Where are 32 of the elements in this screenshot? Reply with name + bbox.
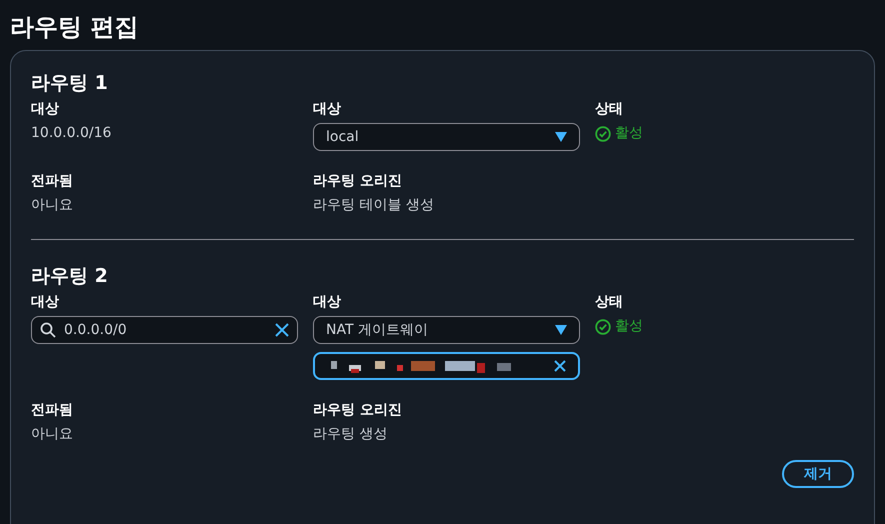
- field-value: 라우팅 생성: [313, 425, 388, 444]
- target-select[interactable]: NAT 게이트웨이: [313, 316, 580, 344]
- field-label: 전파됨: [31, 172, 74, 191]
- search-field[interactable]: 0.0.0.0/0: [31, 316, 298, 344]
- route-title: 라우팅 1: [31, 71, 109, 95]
- field-label: 대상: [31, 293, 60, 312]
- status-text: 활성: [615, 124, 643, 143]
- caret-icon: [555, 325, 567, 335]
- field-label: 대상: [313, 100, 342, 119]
- page-title: 라우팅 편집: [10, 12, 140, 43]
- remove-button[interactable]: 제거: [782, 460, 854, 488]
- check-circle-icon: [595, 126, 611, 142]
- field-label: 상태: [595, 100, 624, 119]
- search-icon: [40, 322, 56, 338]
- check-circle-icon: [595, 318, 611, 334]
- field-value: 10.0.0.0/16: [31, 124, 112, 143]
- field-label: 대상: [31, 100, 60, 119]
- field-label: 라우팅 오리진: [313, 172, 403, 191]
- caret-icon: [555, 132, 567, 142]
- field-value: 라우팅 테이블 생성: [313, 196, 435, 215]
- field-label: 상태: [595, 293, 624, 312]
- field-label: 전파됨: [31, 401, 74, 420]
- clear-icon[interactable]: [275, 323, 289, 337]
- target-select[interactable]: local: [313, 123, 580, 151]
- field-value: 아니요: [31, 196, 74, 215]
- field-label: 대상: [313, 293, 342, 312]
- status-text: 활성: [615, 317, 643, 336]
- field-label: 라우팅 오리진: [313, 401, 403, 420]
- clear-icon[interactable]: [554, 360, 566, 372]
- route-title: 라우팅 2: [31, 264, 109, 288]
- redacted-input-field[interactable]: [313, 352, 580, 380]
- field-value: 아니요: [31, 425, 74, 444]
